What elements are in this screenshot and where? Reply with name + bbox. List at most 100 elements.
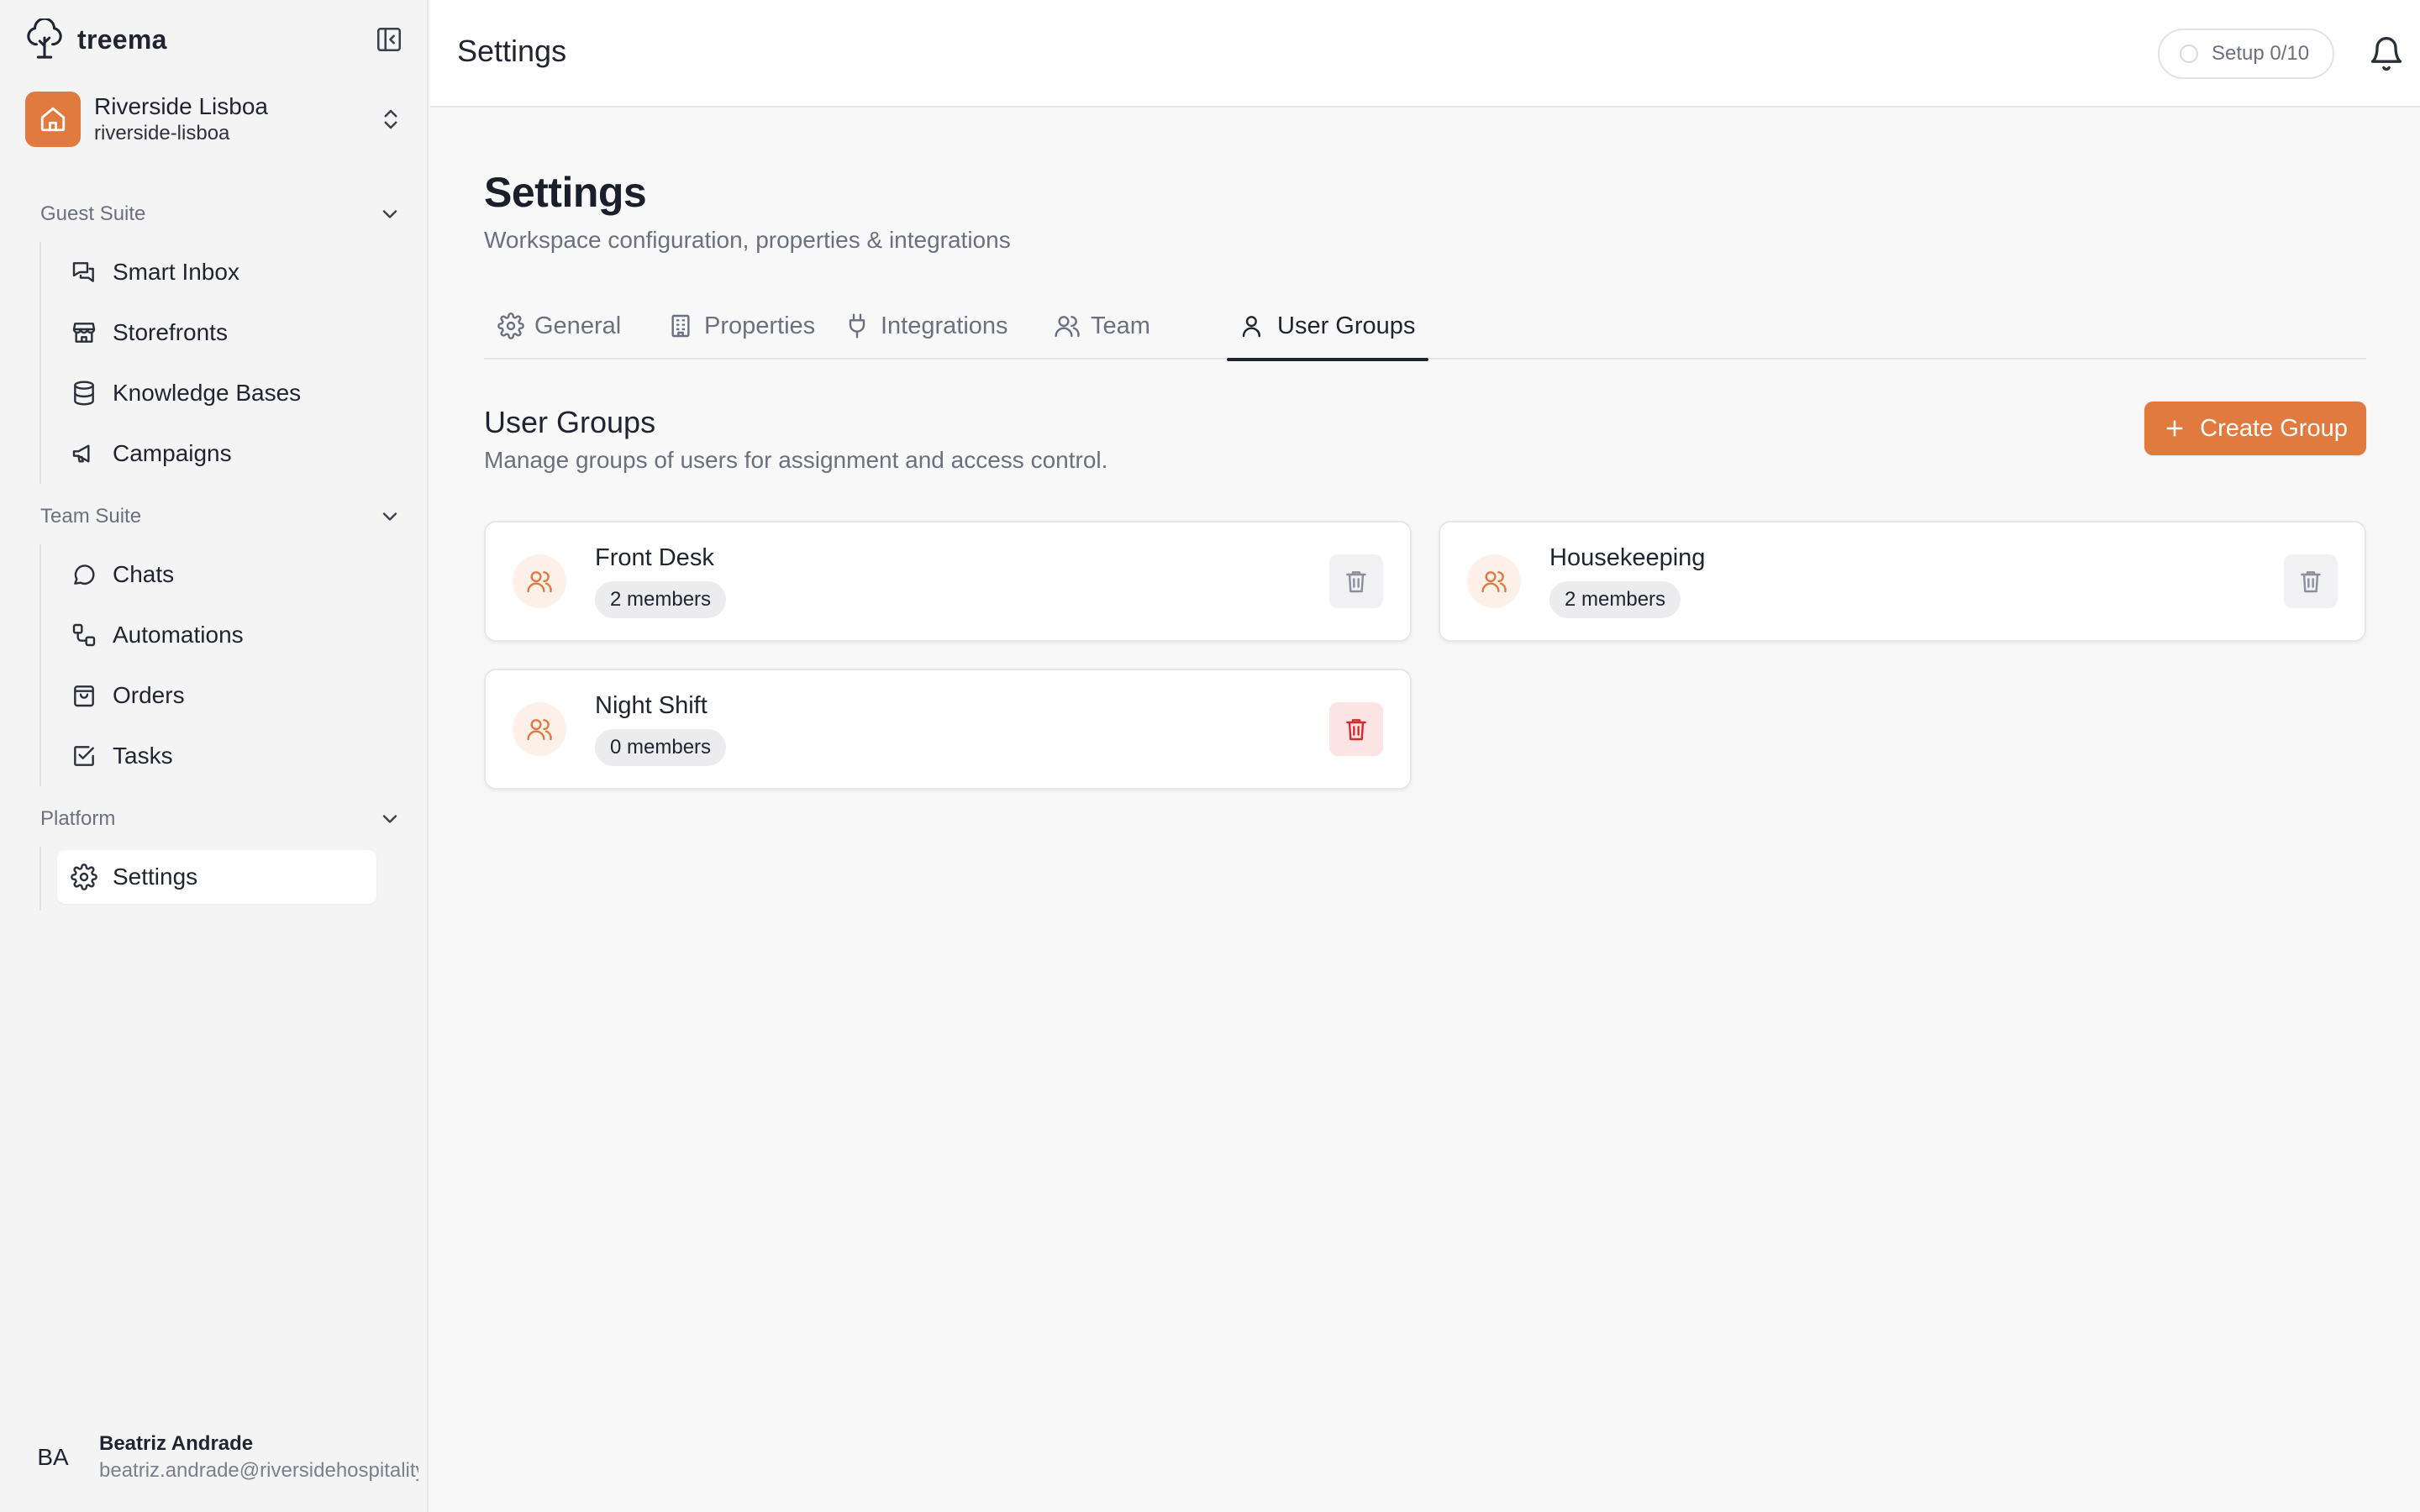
sidebar-item-label: Automations (113, 622, 244, 648)
chat-bubbles-icon (72, 262, 94, 282)
delete-group-button[interactable] (1329, 702, 1383, 756)
tab-label: Integrations (881, 312, 1008, 339)
section-subtitle: Manage groups of users for assignment an… (484, 447, 1108, 473)
users-icon (527, 719, 552, 741)
tab-integrations[interactable]: Integrations (844, 292, 1008, 360)
users-icon (527, 571, 552, 593)
database-icon (74, 381, 94, 406)
store-icon (72, 323, 96, 343)
plug-icon (849, 313, 865, 339)
sidebar-item-orders[interactable]: Orders (57, 669, 376, 722)
section-divider (39, 544, 41, 786)
sidebar-item-label: Campaigns (113, 440, 232, 466)
member-count-badge: 2 members (595, 581, 727, 618)
tab-label: General (534, 312, 622, 339)
sidebar-item-label: Knowledge Bases (113, 380, 302, 406)
section-label: Platform (40, 807, 116, 830)
sidebar-item-knowledge-bases[interactable]: Knowledge Bases (57, 366, 376, 420)
section-divider (39, 242, 41, 484)
sidebar: treema Riverside Lisboa riverside-lisboa (0, 0, 429, 1512)
sidebar-collapse-icon[interactable] (375, 25, 403, 54)
tab-general[interactable]: General (497, 292, 621, 360)
page-title: Settings (484, 169, 647, 216)
sidebar-item-storefronts[interactable]: Storefronts (57, 306, 376, 360)
group-avatar (1467, 554, 1521, 608)
trash-icon (1346, 571, 1366, 593)
user-name: Beatriz Andrade (99, 1432, 254, 1455)
topbar-title: Settings (457, 34, 567, 68)
brand[interactable]: treema (25, 18, 167, 60)
user-profile[interactable]: BA Beatriz Andrade beatriz.andrade@river… (25, 1428, 420, 1487)
user-group-icon (1242, 316, 1260, 338)
group-name: Night Shift (595, 692, 708, 719)
section-guest-suite[interactable]: Guest Suite (40, 197, 402, 231)
avatar: BA (37, 1444, 69, 1470)
create-group-button[interactable]: Create Group (2144, 402, 2366, 455)
section-team-suite[interactable]: Team Suite (40, 500, 402, 533)
chevron-down-icon (382, 815, 397, 823)
chevrons-up-down-icon (384, 109, 397, 129)
tab-label: Team (1091, 312, 1150, 339)
section-divider (39, 847, 41, 911)
tab-user-groups[interactable]: User Groups (1226, 292, 1429, 361)
users-icon (1481, 571, 1507, 593)
users-icon (1055, 316, 1080, 338)
progress-ring-icon (2180, 45, 2198, 63)
workflow-icon (72, 623, 96, 647)
setup-progress-button[interactable]: Setup 0/10 (2158, 29, 2334, 79)
section-label: Guest Suite (40, 202, 146, 225)
gear-icon (497, 312, 524, 339)
sidebar-item-chats[interactable]: Chats (57, 548, 376, 601)
section-platform[interactable]: Platform (40, 802, 402, 836)
user-meta: Beatriz Andrade beatriz.andrade@riversid… (99, 1431, 418, 1484)
member-count-badge: 2 members (1549, 581, 1681, 618)
megaphone-icon (72, 444, 90, 463)
group-card[interactable]: Housekeeping 2 members (1439, 521, 2366, 642)
chat-icon (74, 564, 95, 585)
workspace-avatar (25, 92, 81, 147)
workspace-switcher[interactable]: Riverside Lisboa riverside-lisboa (25, 89, 403, 150)
sidebar-item-label: Orders (113, 682, 185, 708)
trash-icon (2301, 571, 2321, 593)
sidebar-item-automations[interactable]: Automations (57, 608, 376, 662)
sidebar-item-settings[interactable]: Settings (57, 850, 376, 904)
group-avatar (513, 554, 566, 608)
tab-properties[interactable]: Properties (667, 292, 815, 360)
group-avatar (513, 702, 566, 756)
sidebar-item-label: Smart Inbox (113, 259, 239, 285)
topbar: Settings Setup 0/10 (430, 0, 2420, 108)
bell-icon[interactable] (2368, 35, 2405, 72)
delete-group-button[interactable] (1329, 554, 1383, 608)
group-card[interactable]: Night Shift 0 members (484, 669, 1412, 790)
workspace-text: Riverside Lisboa riverside-lisboa (94, 92, 378, 146)
sidebar-item-label: Chats (113, 561, 175, 587)
group-name: Front Desk (595, 544, 714, 571)
app-root: treema Riverside Lisboa riverside-lisboa (0, 0, 2420, 1512)
building-icon (671, 314, 690, 338)
sidebar-item-smart-inbox[interactable]: Smart Inbox (57, 245, 376, 299)
tab-label: User Groups (1277, 312, 1416, 339)
sidebar-item-label: Tasks (113, 743, 173, 769)
checkbox-icon (74, 746, 94, 766)
sidebar-item-campaigns[interactable]: Campaigns (57, 427, 376, 480)
group-name: Housekeeping (1549, 544, 1706, 571)
tab-team[interactable]: Team (1054, 292, 1150, 360)
tree-logo-icon (27, 18, 62, 59)
sidebar-item-label: Settings (113, 864, 198, 890)
tab-label: Properties (704, 312, 816, 339)
delete-group-button[interactable] (2284, 554, 2338, 608)
group-card[interactable]: Front Desk 2 members (484, 521, 1412, 642)
setup-label: Setup 0/10 (2212, 42, 2310, 65)
member-count-badge: 0 members (595, 729, 727, 766)
chevron-down-icon (382, 512, 397, 521)
workspace-name: Riverside Lisboa (94, 93, 268, 119)
trash-icon (1346, 719, 1366, 741)
workspace-slug: riverside-lisboa (94, 122, 230, 144)
plus-icon (2166, 420, 2183, 437)
sidebar-item-tasks[interactable]: Tasks (57, 729, 376, 783)
chevron-down-icon (382, 210, 397, 218)
section-label: Team Suite (40, 505, 142, 528)
shopping-bag-icon (74, 685, 94, 707)
create-group-label: Create Group (2200, 414, 2348, 442)
main-content: Settings Workspace configuration, proper… (430, 109, 2420, 1512)
